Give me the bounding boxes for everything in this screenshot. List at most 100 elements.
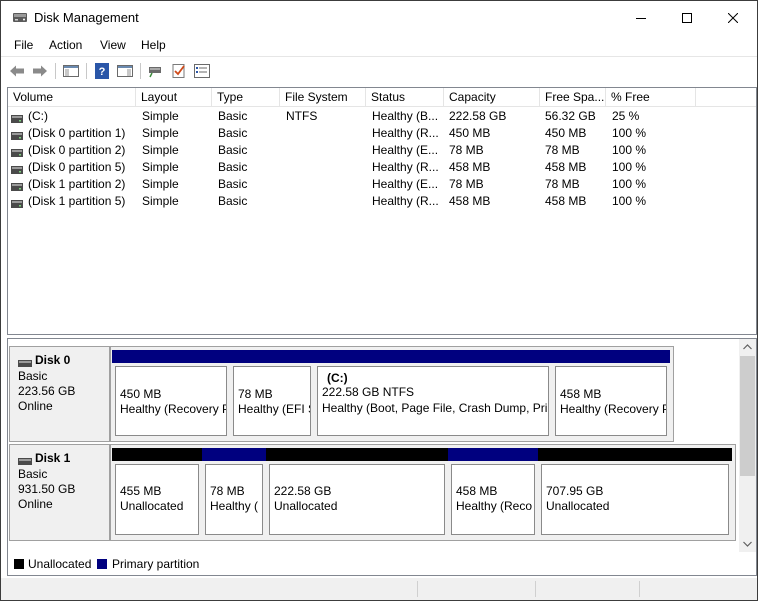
show-hide-console-tree-button[interactable] bbox=[61, 61, 81, 81]
volume-capacity: 78 MB bbox=[449, 143, 484, 157]
title-bar[interactable]: Disk Management bbox=[1, 1, 757, 34]
partition-status: Healthy (Boot, Page File, Crash Dump, Pr… bbox=[322, 401, 549, 415]
volume-row[interactable]: (Disk 0 partition 5) Simple Basic Health… bbox=[8, 159, 756, 176]
scrollbar-thumb[interactable] bbox=[740, 356, 755, 476]
disk-1-partitions: 455 MB Unallocated 78 MB Healthy ( 222.5… bbox=[110, 444, 736, 541]
partition-label: (C:) bbox=[327, 371, 348, 385]
check-properties-button[interactable] bbox=[169, 61, 189, 81]
forward-button[interactable] bbox=[30, 61, 50, 81]
partition-block[interactable]: 458 MB Healthy (Recovery P bbox=[552, 350, 670, 439]
properties-list-button[interactable] bbox=[192, 61, 212, 81]
column-header-percent-free[interactable]: % Free bbox=[606, 88, 696, 106]
close-button[interactable] bbox=[710, 1, 756, 34]
volume-capacity: 450 MB bbox=[449, 126, 491, 140]
partition-block[interactable]: 78 MB Healthy (EFI S bbox=[230, 350, 314, 439]
menu-help[interactable]: Help bbox=[141, 38, 166, 52]
partition-body: 455 MB Unallocated bbox=[115, 464, 199, 535]
partition-block[interactable]: (C:) 222.58 GB NTFS Healthy (Boot, Page … bbox=[314, 350, 552, 439]
maximize-button[interactable] bbox=[664, 1, 710, 34]
primary-partition-bar bbox=[112, 350, 230, 363]
volume-free-space: 458 MB bbox=[545, 160, 587, 174]
volume-status: Healthy (R... bbox=[372, 126, 439, 140]
checklist-icon bbox=[172, 64, 185, 78]
partition-status: Unallocated bbox=[546, 499, 610, 513]
unallocated-swatch bbox=[14, 559, 24, 569]
volume-row[interactable]: (Disk 1 partition 2) Simple Basic Health… bbox=[8, 176, 756, 193]
volume-name: (Disk 1 partition 5) bbox=[28, 194, 126, 208]
volume-layout: Simple bbox=[142, 194, 179, 208]
volume-file-system bbox=[286, 142, 366, 159]
show-action-pane-button[interactable] bbox=[115, 61, 135, 81]
column-header-file-system[interactable]: File System bbox=[280, 88, 366, 106]
volume-row[interactable]: (Disk 0 partition 1) Simple Basic Health… bbox=[8, 125, 756, 142]
menu-action[interactable]: Action bbox=[49, 38, 82, 52]
scroll-down-icon[interactable] bbox=[743, 541, 752, 547]
volume-list-pane[interactable]: Volume Layout Type File System Status Ca… bbox=[7, 87, 757, 335]
menu-bar: File Action View Help bbox=[1, 34, 757, 56]
properties-list-icon bbox=[194, 64, 210, 78]
column-header-type[interactable]: Type bbox=[212, 88, 280, 106]
volume-capacity: 78 MB bbox=[449, 177, 484, 191]
legend: Unallocated Primary partition bbox=[7, 553, 757, 576]
drive-icon bbox=[11, 146, 23, 157]
volume-percent-free: 100 % bbox=[612, 160, 647, 174]
column-header-layout[interactable]: Layout bbox=[136, 88, 212, 106]
scroll-up-icon[interactable] bbox=[743, 344, 752, 350]
partition-block[interactable]: 222.58 GB Unallocated bbox=[266, 448, 448, 538]
column-header-status[interactable]: Status bbox=[366, 88, 444, 106]
primary-partition-bar bbox=[230, 350, 314, 363]
disk-0-partitions: 450 MB Healthy (Recovery P 78 MB Healthy… bbox=[110, 346, 674, 442]
partition-body: 450 MB Healthy (Recovery P bbox=[115, 366, 227, 436]
toolbar-separator bbox=[55, 63, 56, 79]
status-bar-segment bbox=[535, 581, 536, 597]
partition-size: 222.58 GB bbox=[274, 484, 332, 498]
volume-capacity: 458 MB bbox=[449, 160, 491, 174]
status-bar-segment bbox=[639, 581, 640, 597]
disk-icon bbox=[18, 356, 32, 370]
status-bar-segment bbox=[417, 581, 418, 597]
partition-block[interactable]: 455 MB Unallocated bbox=[112, 448, 202, 538]
volume-file-system bbox=[286, 176, 366, 193]
volume-row[interactable]: (Disk 1 partition 5) Simple Basic Health… bbox=[8, 193, 756, 210]
volume-percent-free: 100 % bbox=[612, 177, 647, 191]
connect-disk-button[interactable] bbox=[146, 61, 166, 81]
volume-row[interactable]: (C:) Simple Basic NTFS Healthy (B... 222… bbox=[8, 108, 756, 125]
drive-icon bbox=[11, 112, 23, 123]
drive-icon bbox=[11, 163, 23, 174]
partition-body: 78 MB Healthy (EFI S bbox=[233, 366, 311, 436]
partition-block[interactable]: 450 MB Healthy (Recovery P bbox=[112, 350, 230, 439]
partition-block[interactable]: 78 MB Healthy ( bbox=[202, 448, 266, 538]
menu-view[interactable]: View bbox=[100, 38, 126, 52]
disk-0-label[interactable]: Disk 0 Basic 223.56 GB Online bbox=[9, 346, 110, 442]
column-header-free-space[interactable]: Free Spa... bbox=[540, 88, 606, 106]
volume-layout: Simple bbox=[142, 126, 179, 140]
toolbar-separator bbox=[86, 63, 87, 79]
legend-primary-partition-label: Primary partition bbox=[112, 557, 200, 571]
volume-name: (C:) bbox=[28, 109, 48, 123]
volume-free-space: 78 MB bbox=[545, 143, 580, 157]
column-header-volume[interactable]: Volume bbox=[8, 88, 136, 106]
partition-size: 458 MB bbox=[456, 484, 498, 498]
disk-graphical-pane[interactable]: Disk 0 Basic 223.56 GB Online 450 MB Hea… bbox=[7, 338, 757, 555]
volume-capacity: 458 MB bbox=[449, 194, 491, 208]
minimize-button[interactable] bbox=[618, 1, 664, 34]
column-header-capacity[interactable]: Capacity bbox=[444, 88, 540, 106]
volume-free-space: 458 MB bbox=[545, 194, 587, 208]
volume-row[interactable]: (Disk 0 partition 2) Simple Basic Health… bbox=[8, 142, 756, 159]
disk-1-label[interactable]: Disk 1 Basic 931.50 GB Online bbox=[9, 444, 110, 541]
partition-block[interactable]: 458 MB Healthy (Reco bbox=[448, 448, 538, 538]
volume-list-header: Volume Layout Type File System Status Ca… bbox=[8, 88, 756, 107]
legend-unallocated-label: Unallocated bbox=[28, 557, 92, 571]
back-button[interactable] bbox=[7, 61, 27, 81]
vertical-scrollbar[interactable] bbox=[739, 339, 756, 552]
forward-arrow-icon bbox=[33, 65, 47, 77]
volume-free-space: 450 MB bbox=[545, 126, 587, 140]
volume-layout: Simple bbox=[142, 109, 179, 123]
partition-body: 707.95 GB Unallocated bbox=[541, 464, 729, 535]
help-button[interactable]: ? bbox=[92, 61, 112, 81]
volume-layout: Simple bbox=[142, 177, 179, 191]
menu-file[interactable]: File bbox=[14, 38, 33, 52]
partition-block[interactable]: 707.95 GB Unallocated bbox=[538, 448, 732, 538]
disk-type: Basic bbox=[18, 369, 48, 383]
unallocated-bar bbox=[112, 448, 202, 461]
